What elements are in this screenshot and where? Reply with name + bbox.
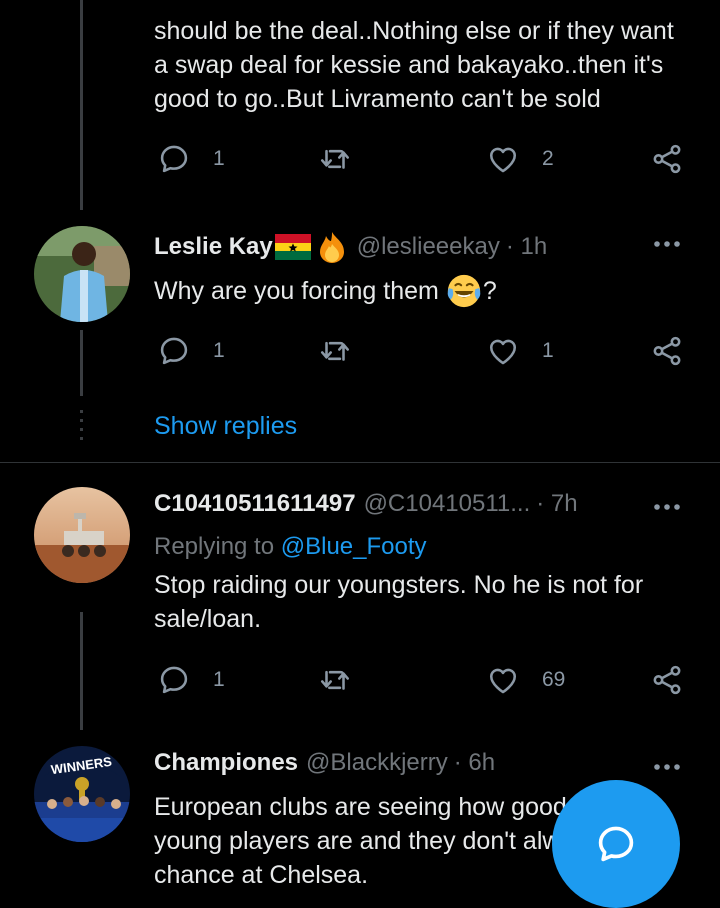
timestamp[interactable]: · 6h (454, 749, 495, 777)
reply-button[interactable]: 1 (157, 663, 225, 697)
thread-line-c1041 (80, 612, 83, 730)
reply-count: 1 (213, 339, 225, 362)
like-button[interactable]: 1 (486, 334, 554, 368)
avatar[interactable] (34, 226, 130, 322)
avatar-photo (34, 226, 130, 322)
avatar[interactable]: WINNERS (34, 746, 130, 842)
heart-icon (489, 339, 517, 365)
compose-reply-icon (598, 826, 634, 862)
avatar[interactable] (34, 487, 130, 583)
more-options-button[interactable] (652, 762, 682, 772)
replying-to-label: Replying to (154, 533, 275, 560)
avatar-photo (34, 487, 130, 583)
share-button[interactable] (650, 142, 684, 176)
handle[interactable]: @C10410511... (364, 490, 531, 518)
more-options-icon (654, 241, 680, 247)
tweet-line: good to go..But Livramento can't be sold (154, 85, 601, 113)
more-options-button[interactable] (652, 502, 682, 512)
share-button[interactable] (650, 334, 684, 368)
display-name[interactable]: Leslie Kay (154, 233, 273, 261)
tweet-line: should be the deal..Nothing else or if t… (154, 17, 674, 45)
thread-line-middle (80, 330, 83, 396)
reply-count: 1 (213, 147, 225, 170)
like-count: 2 (542, 147, 554, 170)
reply-count: 1 (213, 668, 225, 691)
display-name[interactable]: C10410511611497 (154, 490, 356, 518)
more-options-icon (654, 504, 680, 510)
share-icon (653, 665, 681, 695)
tweet-line: a swap deal for kessie and bakayako..the… (154, 51, 664, 79)
replying-to-handle[interactable]: @Blue_Footy (281, 533, 427, 560)
share-button[interactable] (650, 663, 684, 697)
avatar-photo: WINNERS (34, 746, 130, 842)
tweet-text-part: ? (482, 277, 497, 305)
thread-line-top (80, 0, 83, 210)
heart-icon (489, 147, 517, 173)
reply-button[interactable]: 1 (157, 334, 225, 368)
retweet-icon (320, 149, 350, 169)
timestamp[interactable]: · 1h (506, 233, 547, 261)
divider (0, 462, 720, 463)
retweet-icon (320, 670, 350, 690)
timestamp[interactable]: · 7h (536, 490, 577, 518)
tweet-line: Stop raiding our youngsters. No he is no… (154, 571, 644, 599)
like-button[interactable]: 69 (486, 663, 565, 697)
tweet-line: sale/loan. (154, 605, 262, 633)
thread-dotted-connector (80, 410, 83, 446)
fire-icon (319, 232, 344, 263)
tears-of-joy-icon (447, 274, 481, 308)
reply-icon (160, 666, 188, 694)
reply-icon (160, 145, 188, 173)
reply-button[interactable]: 1 (157, 142, 225, 176)
more-options-button[interactable] (652, 239, 682, 249)
display-name[interactable]: Championes (154, 749, 298, 777)
tweet-text: should be the deal..Nothing else or if t… (154, 14, 699, 116)
share-icon (653, 336, 681, 366)
show-replies-link[interactable]: Show replies (154, 412, 297, 441)
retweet-button[interactable] (318, 663, 352, 697)
handle[interactable]: @leslieeekay (357, 233, 500, 261)
like-count: 1 (542, 339, 554, 362)
like-count: 69 (542, 668, 566, 691)
tweet-text: Stop raiding our youngsters. No he is no… (154, 568, 699, 636)
retweet-button[interactable] (318, 334, 352, 368)
compose-reply-button[interactable] (552, 780, 680, 908)
ghana-flag-icon (274, 234, 311, 260)
tweet-text: Why are you forcing them ? (154, 272, 497, 310)
heart-icon (489, 668, 517, 694)
tweet-header: Leslie Kay @leslieeekay · 1h (154, 230, 547, 264)
retweet-icon (320, 341, 350, 361)
reply-icon (160, 337, 188, 365)
replying-to: Replying to @Blue_Footy (154, 533, 427, 561)
like-button[interactable]: 2 (486, 142, 554, 176)
retweet-button[interactable] (318, 142, 352, 176)
tweet-text-part: Why are you forcing them (154, 277, 439, 305)
share-icon (653, 144, 681, 174)
handle[interactable]: @Blackkjerry (306, 749, 448, 777)
tweet-header: Championes @Blackkjerry · 6h (154, 749, 495, 777)
tweet-header: C10410511611497 @C10410511... · 7h (154, 490, 578, 518)
more-options-icon (654, 764, 680, 770)
